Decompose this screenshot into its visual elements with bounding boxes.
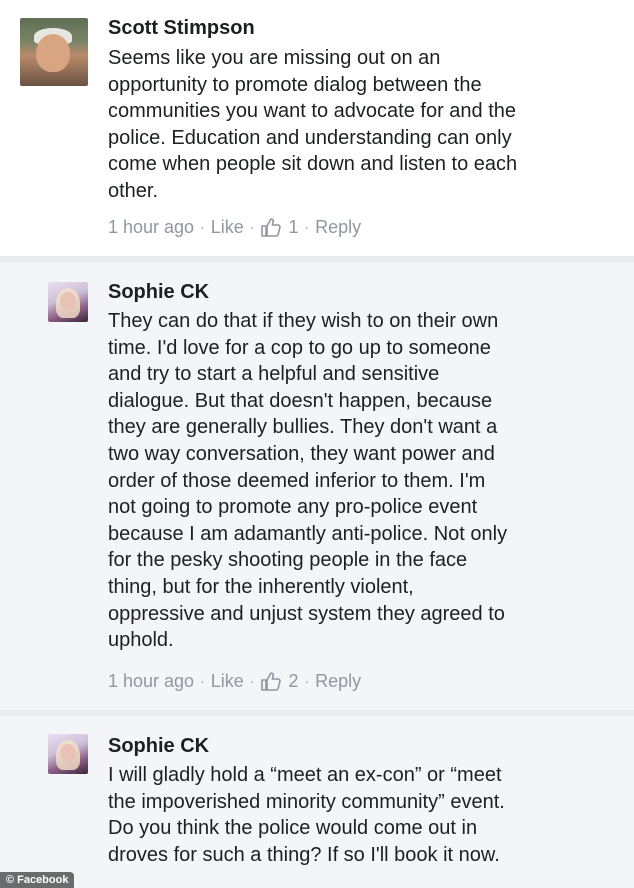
comment-timestamp[interactable]: 1 hour ago [108,670,194,692]
comment-meta: 1 hour ago · Like · 2 · Reply [108,670,361,692]
like-count: 2 [288,671,299,691]
watermark-text: Facebook [17,874,69,886]
meta-separator: · [200,673,205,689]
comment-sophie: Sophie CK They can do that if they wish … [0,262,634,710]
reply-link[interactable]: Reply [315,670,361,692]
like-link[interactable]: Like [211,670,244,692]
comment-sophie-second: Sophie CK I will gladly hold a “meet an … [0,716,634,888]
facebook-watermark: © Facebook [0,872,75,888]
comment-scott: Scott Stimpson Seems like you are missin… [0,0,634,256]
avatar-sophie[interactable] [48,734,88,774]
comment-timestamp[interactable]: 1 hour ago [108,216,194,238]
meta-separator: · [249,673,255,689]
meta-separator: · [200,219,205,235]
like-link[interactable]: Like [211,216,244,238]
reply-link[interactable]: Reply [315,216,361,238]
meta-separator: · [304,673,310,689]
thumbs-up-icon[interactable] [260,671,282,691]
comment-text: They can do that if they wish to on thei… [108,310,508,652]
comment-meta: 1 hour ago · Like · 1 · Reply [108,216,361,238]
comment-author[interactable]: Sophie CK [108,734,209,758]
comment-author[interactable]: Scott Stimpson [108,16,255,40]
avatar-sophie[interactable] [48,282,88,322]
like-count: 1 [288,217,299,237]
thumbs-up-icon[interactable] [260,217,282,237]
copyright-icon: © [6,874,15,886]
avatar-scott[interactable] [20,18,88,86]
meta-separator: · [304,219,310,235]
comment-author[interactable]: Sophie CK [108,280,209,304]
comment-text: I will gladly hold a “meet an ex-con” or… [108,764,505,866]
meta-separator: · [249,219,255,235]
comment-text: Seems like you are missing out on an opp… [108,47,518,202]
